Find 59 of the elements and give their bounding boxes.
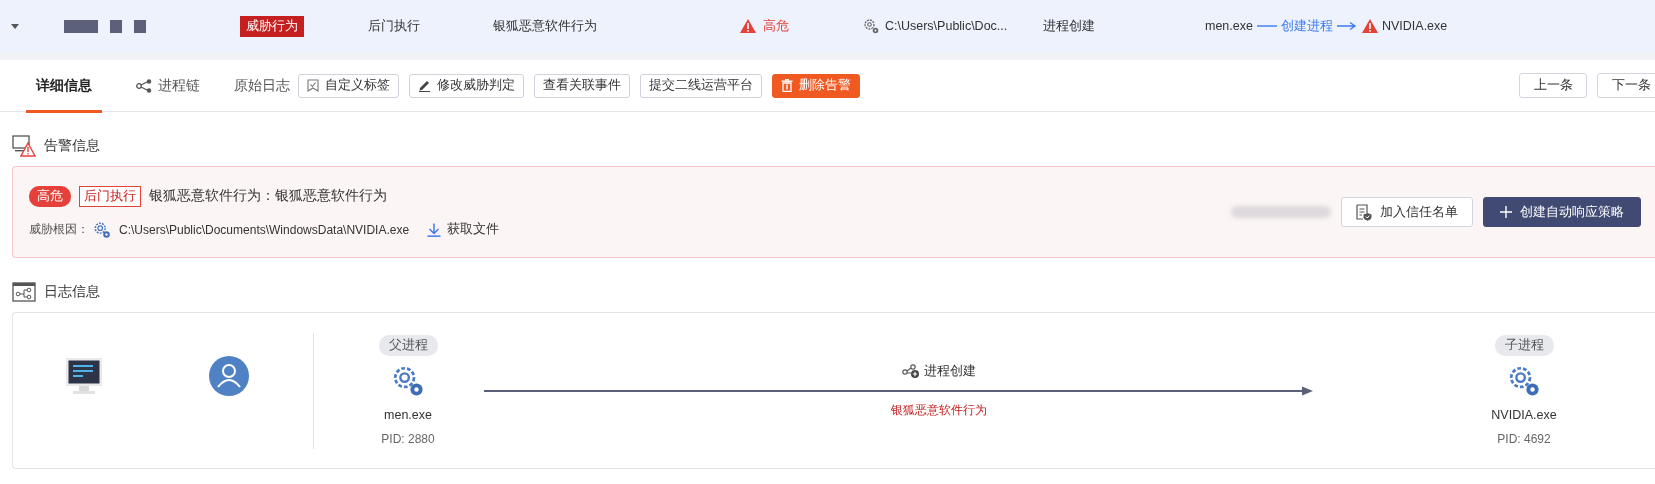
monitor-icon [65, 355, 103, 396]
nav-button[interactable]: 上一条 [1519, 73, 1587, 98]
severity-badge: 高危 [29, 185, 71, 207]
document-shield-icon [1356, 203, 1372, 221]
process-role-tag: 父进程 [378, 335, 438, 356]
process-name: NVIDIA.exe [1381, 19, 1448, 33]
toolbar-button[interactable]: 自定义标签 [298, 73, 399, 98]
redaction-mark [64, 19, 98, 33]
process-name: men.exe [1205, 19, 1253, 33]
toolbar-button[interactable]: 提交二线运营平台 [640, 73, 762, 98]
threat-name: 银狐恶意软件行为 [493, 17, 598, 35]
download-icon [427, 222, 442, 237]
monitor-warning-icon [12, 135, 36, 157]
file-path: C:\Users\Public\Doc... [885, 19, 1008, 33]
warning-icon [1360, 18, 1379, 34]
edge-behavior: 银狐恶意软件行为 [891, 401, 987, 419]
trash-icon [781, 79, 793, 92]
section-title: 日志信息 [44, 283, 100, 301]
arrow-icon [1335, 21, 1358, 31]
technique-text: 后门执行 [368, 17, 421, 35]
action-text: 进程创建 [1043, 17, 1096, 35]
nav-button[interactable]: 下一条 [1597, 73, 1655, 98]
toolbar-button[interactable]: 修改威胁判定 [409, 73, 524, 98]
redaction-mark [134, 19, 146, 33]
chain-verb: 创建进程 [1280, 17, 1333, 35]
gears-icon [391, 364, 425, 398]
edge-action: 进程创建 [924, 362, 976, 380]
alert-row[interactable]: 威胁行为 后门执行 银狐恶意软件行为 高危 C:\Users\Public\Doc... 进程创建 men.exe 创建进程 NVIDIA.exe [0, 0, 1655, 52]
download-link[interactable]: 获取文件 [427, 221, 500, 238]
process-pid: PID: 2880 [381, 432, 435, 446]
process-add-icon [902, 364, 920, 378]
tab[interactable]: 详细信息 [26, 61, 102, 113]
process-role-tag: 子进程 [1494, 335, 1554, 356]
process-name: NVIDIA.exe [1491, 408, 1557, 422]
section-title: 告警信息 [44, 137, 100, 155]
log-graph-icon [12, 281, 36, 303]
process-name: men.exe [384, 408, 432, 422]
gears-icon [1507, 364, 1541, 398]
redaction-mark [110, 19, 122, 33]
alert-headline: 银狐恶意软件行为：银狐恶意软件行为 [149, 187, 387, 205]
root-cause-path: C:\Users\Public\Documents\WindowsData\NVIDIA.exe [119, 222, 410, 237]
user-icon [209, 355, 249, 396]
severity-text: 高危 [763, 17, 789, 35]
tag-check-icon [307, 79, 319, 92]
pencil-icon [418, 79, 431, 92]
technique-tag: 后门执行 [79, 185, 141, 207]
gears-icon [863, 18, 879, 34]
tab[interactable]: 进程链 [126, 61, 210, 113]
warning-icon [739, 18, 757, 34]
gears-icon [93, 220, 111, 239]
category-badge: 威胁行为 [240, 15, 304, 37]
toolbar-button[interactable]: 查看关联事件 [534, 73, 630, 98]
share-icon [136, 78, 152, 93]
tab[interactable]: 原始日志 [234, 61, 290, 113]
root-cause-label: 威胁根因： [29, 221, 89, 238]
trust-list-button[interactable]: 加入信任名单 [1341, 197, 1473, 227]
plus-icon [1500, 206, 1512, 218]
create-policy-button[interactable]: 创建自动响应策略 [1483, 197, 1641, 227]
process-pid: PID: 4692 [1497, 432, 1551, 446]
